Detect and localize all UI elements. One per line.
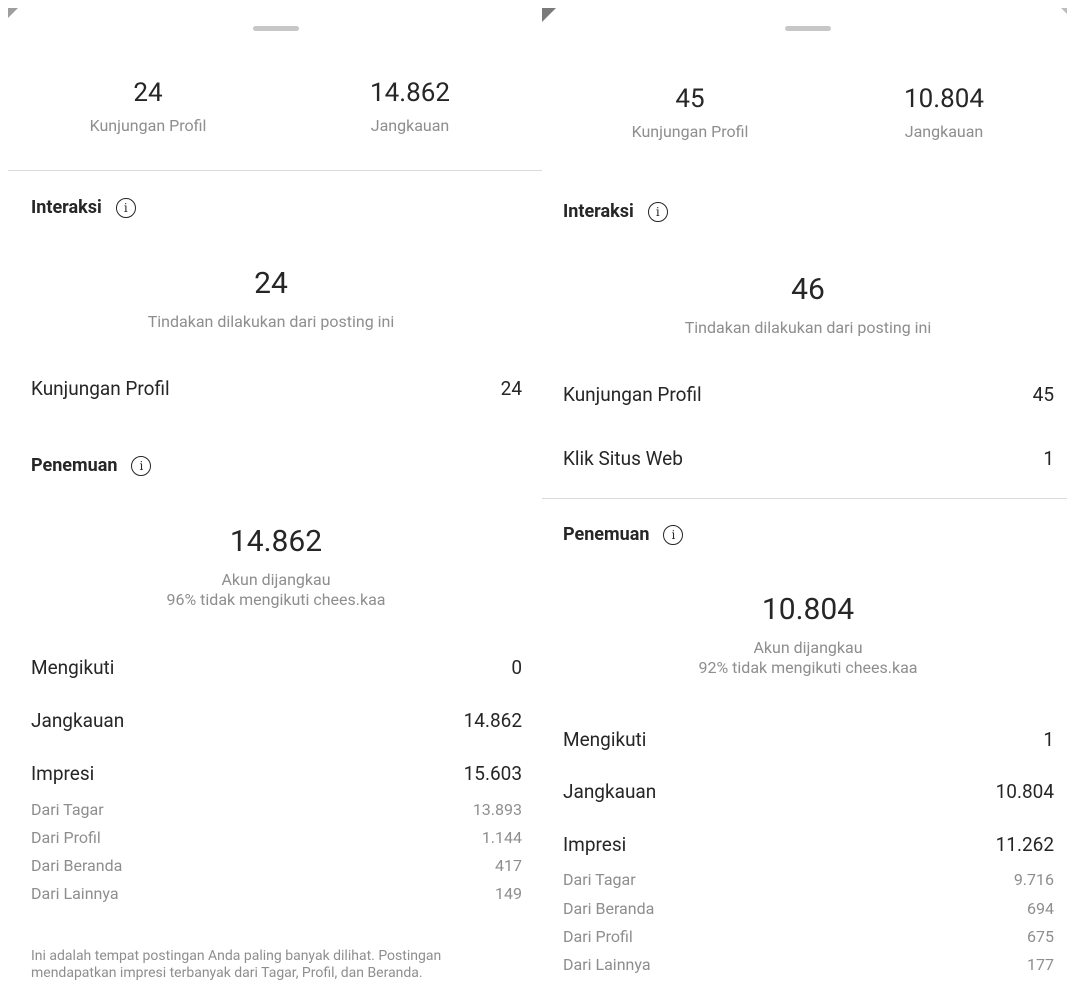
row-kunjungan-profil[interactable]: Kunjungan Profil 45 <box>563 383 1054 406</box>
section-penemuan: Penemuan i <box>563 524 684 545</box>
row-value: 15.603 <box>463 762 522 785</box>
penemuan-summary: 10.804 Akun dijangkau 92% tidak mengikut… <box>542 592 1067 678</box>
info-icon[interactable]: i <box>115 197 136 218</box>
drag-handle[interactable] <box>785 26 831 31</box>
row-dari-beranda: Dari Beranda 694 <box>563 899 1054 918</box>
penemuan-subtitle: Akun dijangkau <box>221 570 331 589</box>
row-label: Jangkauan <box>563 780 657 803</box>
drag-handle[interactable] <box>253 26 299 31</box>
row-value: 177 <box>1027 955 1054 974</box>
row-label: Impresi <box>31 762 95 785</box>
row-value: 45 <box>1032 383 1054 406</box>
row-label: Dari Tagar <box>563 870 636 889</box>
right-insights-sheet: 45 Kunjungan Profil 10.804 Jangkauan Int… <box>542 0 1067 982</box>
impresi-note: Ini adalah tempat postingan Anda paling … <box>31 948 442 981</box>
row-label: Dari Profil <box>31 828 101 847</box>
row-dari-lainnya: Dari Lainnya 177 <box>563 955 1054 974</box>
corner-shadow <box>8 8 18 18</box>
row-value: 0 <box>511 656 522 679</box>
row-value: 675 <box>1027 927 1054 946</box>
row-klik-situs-web[interactable]: Klik Situs Web 1 <box>563 447 1054 470</box>
row-value: 417 <box>495 856 522 875</box>
row-dari-tagar: Dari Tagar 9.716 <box>563 870 1054 889</box>
row-label: Jangkauan <box>31 709 125 732</box>
row-value: 10.804 <box>995 780 1054 803</box>
row-value: 694 <box>1027 899 1054 918</box>
section-interaksi: Interaksi i <box>31 197 136 218</box>
penemuan-subtitle: Akun dijangkau <box>753 638 863 657</box>
section-interaksi: Interaksi i <box>563 201 668 222</box>
interaksi-summary: 46 Tindakan dilakukan dari posting ini <box>542 272 1067 338</box>
row-label: Mengikuti <box>31 656 115 679</box>
row-label: Klik Situs Web <box>563 447 683 470</box>
stat-value: 24 <box>133 78 163 108</box>
penemuan-total: 14.862 <box>229 524 323 559</box>
row-value: 1.144 <box>481 828 522 847</box>
row-label: Dari Profil <box>563 927 633 946</box>
section-title: Interaksi <box>31 197 102 218</box>
row-jangkauan[interactable]: Jangkauan 14.862 <box>31 709 522 732</box>
stat-kunjungan-profil[interactable]: 24 Kunjungan Profil <box>60 78 236 136</box>
info-icon[interactable]: i <box>663 524 684 545</box>
row-label: Dari Lainnya <box>31 884 119 903</box>
row-dari-beranda: Dari Beranda 417 <box>31 856 522 875</box>
row-label: Dari Tagar <box>31 800 104 819</box>
penemuan-subtitle-secondary: 96% tidak mengikuti chees.kaa <box>166 590 386 609</box>
row-dari-profil: Dari Profil 1.144 <box>31 828 522 847</box>
stat-kunjungan-profil[interactable]: 45 Kunjungan Profil <box>602 84 778 142</box>
penemuan-total: 10.804 <box>761 592 855 627</box>
stat-jangkauan[interactable]: 14.862 Jangkauan <box>322 78 498 136</box>
row-label: Kunjungan Profil <box>563 383 702 406</box>
stat-label: Jangkauan <box>370 116 450 135</box>
interaksi-total: 24 <box>254 266 288 301</box>
row-mengikuti[interactable]: Mengikuti 0 <box>31 656 522 679</box>
row-label: Dari Beranda <box>563 899 655 918</box>
row-dari-profil: Dari Profil 675 <box>563 927 1054 946</box>
stat-label: Kunjungan Profil <box>631 122 749 141</box>
section-title: Penemuan <box>563 524 650 545</box>
section-title: Penemuan <box>31 455 118 476</box>
row-dari-lainnya: Dari Lainnya 149 <box>31 884 522 903</box>
row-label: Dari Beranda <box>31 856 123 875</box>
left-insights-sheet: 24 Kunjungan Profil 14.862 Jangkauan Int… <box>0 0 542 982</box>
section-title: Interaksi <box>563 201 634 222</box>
row-kunjungan-profil[interactable]: Kunjungan Profil 24 <box>31 377 522 400</box>
corner-shadow <box>542 8 556 22</box>
interaksi-summary: 24 Tindakan dilakukan dari posting ini <box>0 266 542 332</box>
row-value: 1 <box>1043 728 1054 751</box>
row-value: 149 <box>495 884 522 903</box>
row-dari-tagar: Dari Tagar 13.893 <box>31 800 522 819</box>
stat-label: Jangkauan <box>904 122 984 141</box>
corner-shadow <box>1061 8 1067 14</box>
penemuan-subtitle-secondary: 92% tidak mengikuti chees.kaa <box>698 658 918 677</box>
info-icon[interactable]: i <box>647 201 668 222</box>
info-icon[interactable]: i <box>131 455 152 476</box>
row-label: Dari Lainnya <box>563 955 651 974</box>
stat-label: Kunjungan Profil <box>89 116 207 135</box>
stat-value: 10.804 <box>904 84 984 114</box>
divider <box>8 170 542 171</box>
interaksi-total: 46 <box>791 272 825 307</box>
interaksi-subtitle: Tindakan dilakukan dari posting ini <box>684 318 932 337</box>
row-jangkauan[interactable]: Jangkauan 10.804 <box>563 780 1054 803</box>
row-label: Impresi <box>563 833 627 856</box>
row-value: 14.862 <box>463 709 522 732</box>
row-value: 13.893 <box>472 800 522 819</box>
interaksi-subtitle: Tindakan dilakukan dari posting ini <box>147 312 395 331</box>
row-impresi[interactable]: Impresi 11.262 <box>563 833 1054 856</box>
stat-jangkauan[interactable]: 10.804 Jangkauan <box>858 84 1030 142</box>
divider <box>542 498 1067 499</box>
row-value: 1 <box>1043 447 1054 470</box>
row-value: 9.716 <box>1013 870 1054 889</box>
row-mengikuti[interactable]: Mengikuti 1 <box>563 728 1054 751</box>
row-value: 11.262 <box>995 833 1054 856</box>
row-value: 24 <box>500 377 522 400</box>
row-impresi[interactable]: Impresi 15.603 <box>31 762 522 785</box>
penemuan-summary: 14.862 Akun dijangkau 96% tidak mengikut… <box>0 524 542 610</box>
section-penemuan: Penemuan i <box>31 455 152 476</box>
row-label: Mengikuti <box>563 728 647 751</box>
stat-value: 14.862 <box>370 78 450 108</box>
row-label: Kunjungan Profil <box>31 377 170 400</box>
stat-value: 45 <box>675 84 705 114</box>
